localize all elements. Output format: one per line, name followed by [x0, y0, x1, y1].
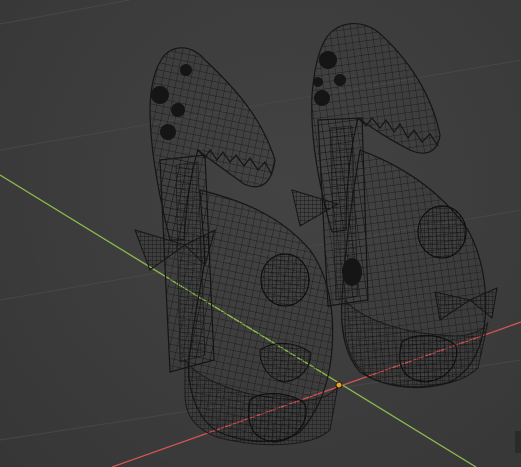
- shoe-left-mesh[interactable]: [134, 47, 339, 446]
- origin-marker[interactable]: [335, 381, 343, 389]
- viewport-edge-strip: [515, 431, 521, 453]
- viewport-canvas[interactable]: [0, 0, 521, 467]
- 3d-viewport[interactable]: [0, 0, 521, 467]
